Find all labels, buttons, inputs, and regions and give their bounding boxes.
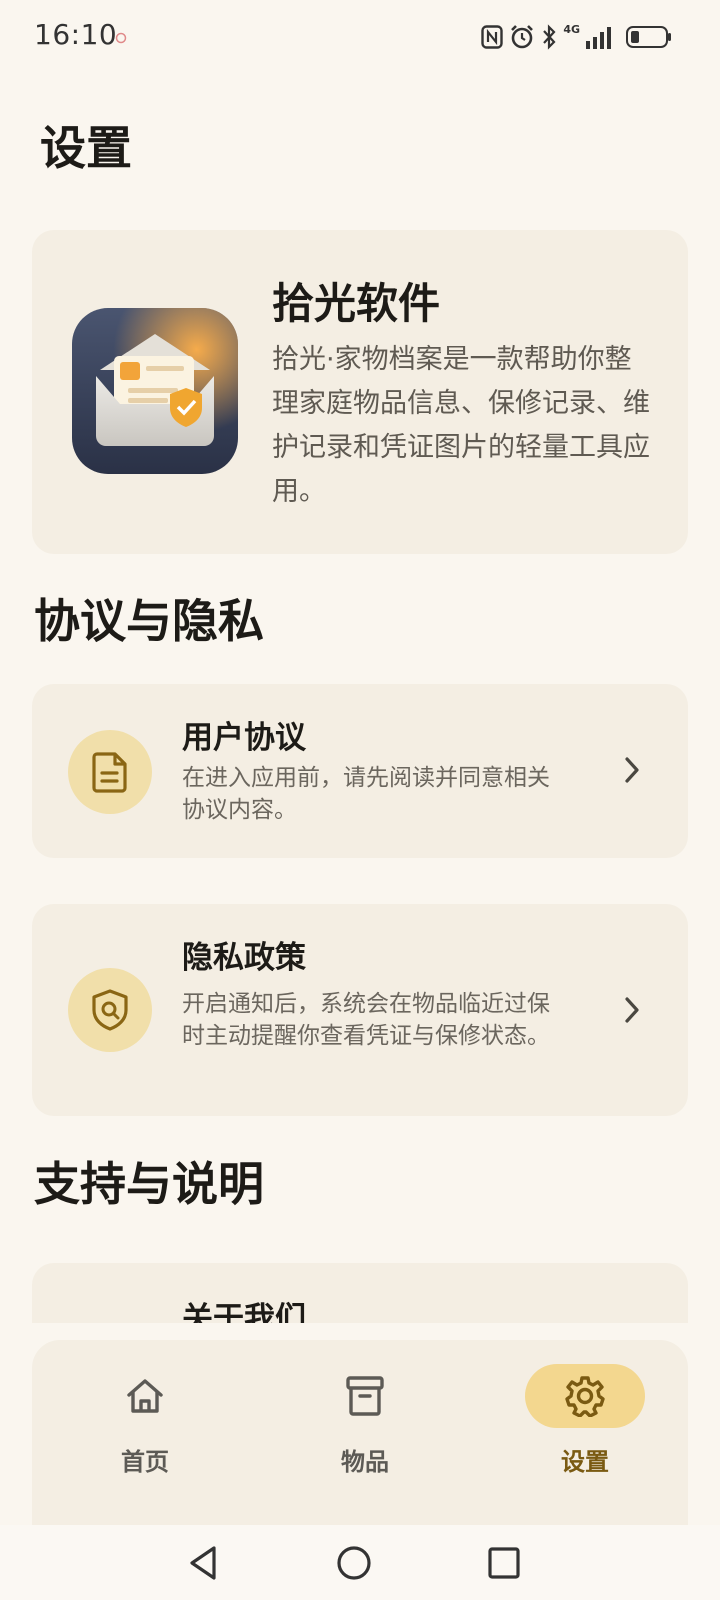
alarm-icon bbox=[511, 25, 534, 49]
privacy-policy-item[interactable]: 隐私政策 开启通知后，系统会在物品临近过保时主动提醒你查看凭证与保修状态。 bbox=[32, 904, 688, 1116]
battery-icon bbox=[626, 26, 671, 48]
app-logo bbox=[72, 308, 238, 474]
nav-items-label: 物品 bbox=[341, 1448, 389, 1476]
bottom-nav: 首页 物品 设置 bbox=[32, 1340, 688, 1530]
bluetooth-icon bbox=[543, 24, 556, 50]
document-icon bbox=[68, 730, 152, 814]
nav-home-label: 首页 bbox=[121, 1448, 169, 1476]
section-title-support: 支持与说明 bbox=[34, 1157, 264, 1211]
network-label: 4G bbox=[563, 23, 580, 36]
gear-icon bbox=[525, 1364, 645, 1428]
nav-settings[interactable]: 设置 bbox=[510, 1350, 660, 1476]
about-us-title: 关于我们 bbox=[182, 1301, 306, 1323]
privacy-policy-desc: 开启通知后，系统会在物品临近过保时主动提醒你查看凭证与保修状态。 bbox=[182, 991, 550, 1049]
privacy-policy-title: 隐私政策 bbox=[182, 940, 306, 976]
app-name: 拾光软件 bbox=[272, 279, 441, 328]
user-agreement-desc: 在进入应用前，请先阅读并同意相关协议内容。 bbox=[182, 765, 550, 823]
user-agreement-title: 用户协议 bbox=[182, 720, 306, 756]
home-icon bbox=[85, 1364, 205, 1428]
nav-settings-label: 设置 bbox=[561, 1448, 609, 1476]
status-time: 16:10 bbox=[34, 18, 118, 51]
status-bar: 16:10 4G bbox=[0, 0, 720, 80]
nav-items[interactable]: 物品 bbox=[290, 1350, 440, 1476]
page-title: 设置 bbox=[40, 121, 132, 175]
notification-dot-icon bbox=[115, 32, 127, 44]
nav-home[interactable]: 首页 bbox=[70, 1350, 220, 1476]
archive-box-icon bbox=[305, 1364, 425, 1428]
chevron-right-icon bbox=[616, 994, 648, 1026]
chevron-right-icon bbox=[616, 754, 648, 786]
section-title-agreements: 协议与隐私 bbox=[34, 594, 264, 648]
back-icon[interactable] bbox=[184, 1543, 224, 1583]
home-circle-icon[interactable] bbox=[334, 1543, 374, 1583]
status-icons: 4G bbox=[481, 22, 616, 52]
signal-4g-icon bbox=[586, 27, 611, 49]
user-agreement-item[interactable]: 用户协议 在进入应用前，请先阅读并同意相关协议内容。 bbox=[32, 684, 688, 858]
system-nav-bar bbox=[0, 1525, 720, 1600]
nfc-icon bbox=[481, 25, 504, 49]
shield-icon bbox=[68, 968, 152, 1052]
app-description: 拾光·家物档案是一款帮助你整理家庭物品信息、保修记录、维护记录和凭证图片的轻量工… bbox=[272, 344, 650, 507]
about-us-item[interactable]: 关于我们 bbox=[32, 1263, 688, 1323]
about-card: 拾光软件 拾光·家物档案是一款帮助你整理家庭物品信息、保修记录、维护记录和凭证图… bbox=[32, 230, 688, 554]
recents-icon[interactable] bbox=[484, 1543, 524, 1583]
